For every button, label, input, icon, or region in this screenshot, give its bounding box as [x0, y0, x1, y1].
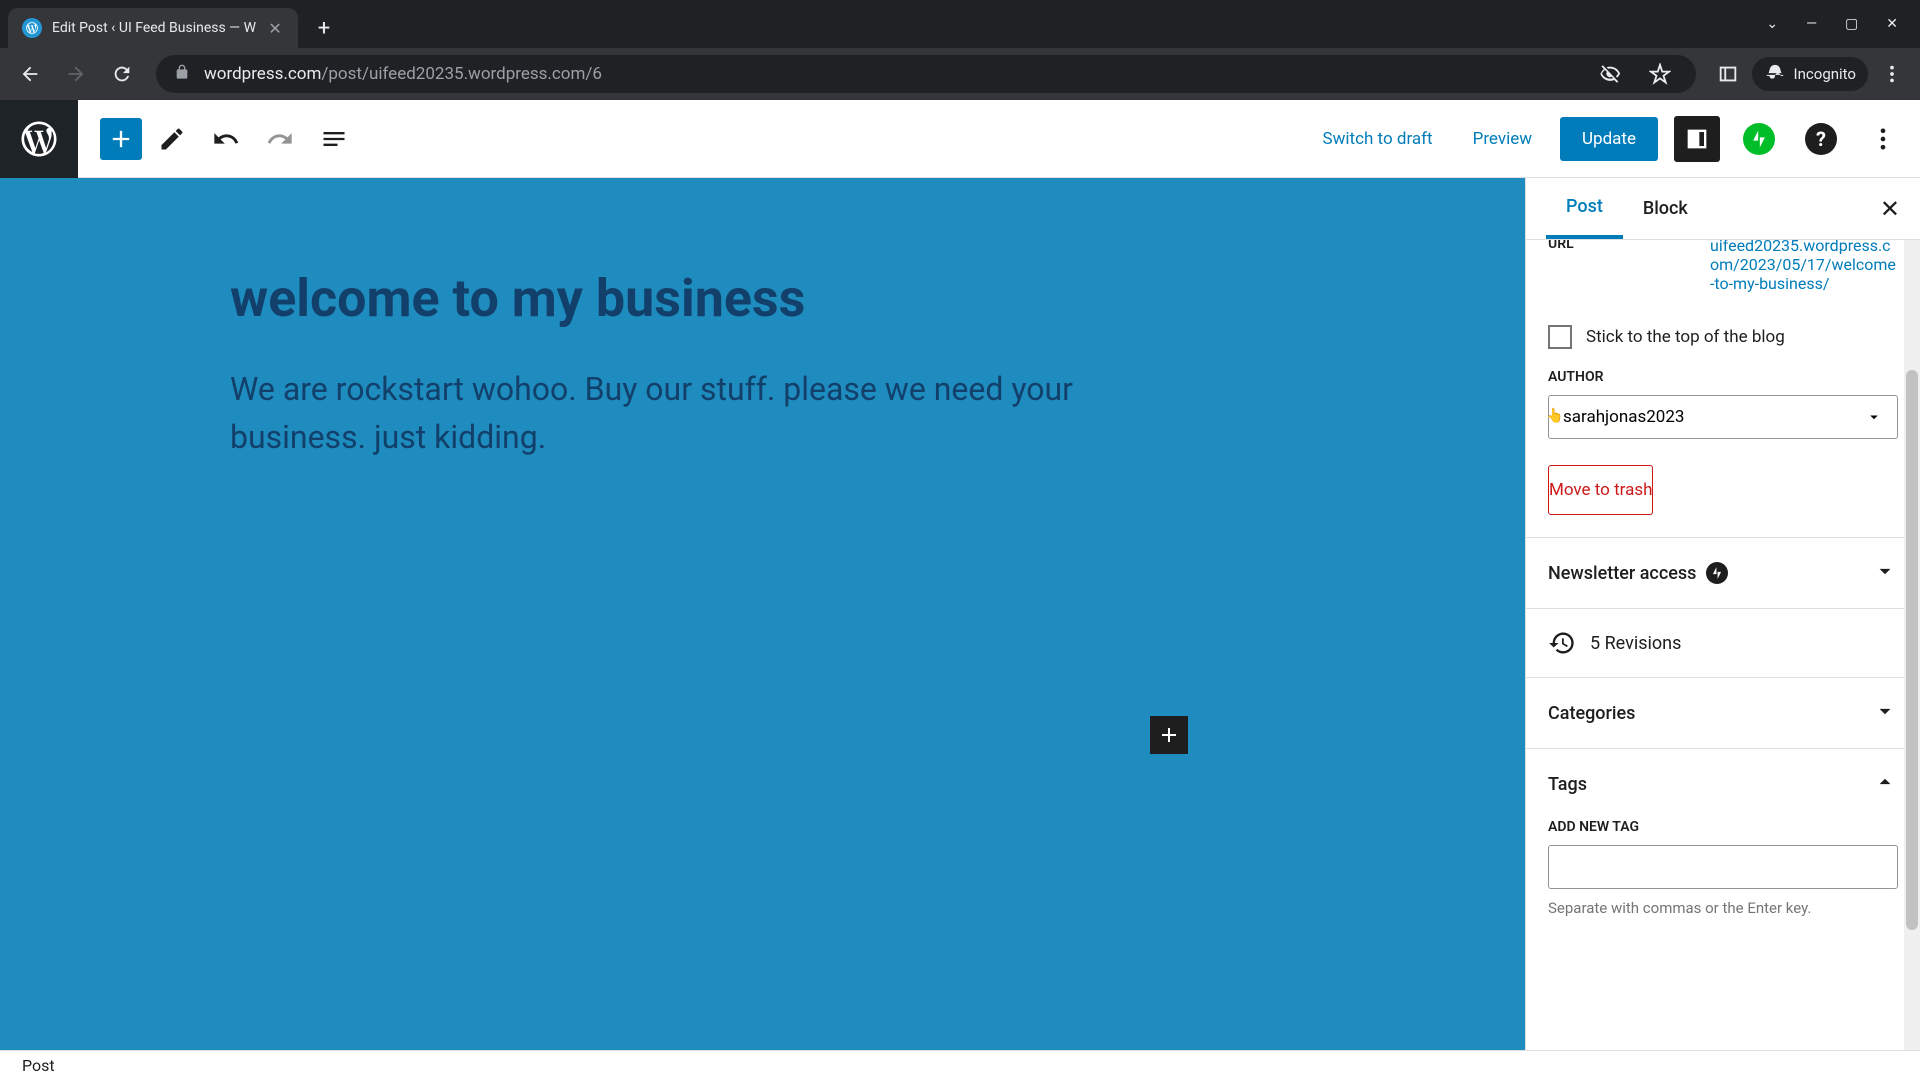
url-label: URL [1548, 240, 1698, 293]
settings-sidebar: Post Block ✕ 👆 URL uifeed20235.wordpress… [1525, 178, 1920, 1050]
jetpack-button[interactable] [1736, 116, 1782, 162]
wordpress-favicon [22, 18, 42, 38]
chevron-down-icon [1865, 408, 1883, 426]
history-icon [1548, 629, 1576, 657]
help-icon: ? [1805, 123, 1837, 155]
extensions-icon[interactable] [1710, 56, 1746, 92]
newsletter-label: Newsletter access [1548, 563, 1696, 584]
chevron-up-icon [1872, 769, 1898, 799]
browser-tab[interactable]: Edit Post ‹ UI Feed Business — W ✕ [8, 8, 298, 48]
star-icon[interactable] [1642, 56, 1678, 92]
sticky-label: Stick to the top of the blog [1586, 327, 1785, 347]
wordpress-editor: Switch to draft Preview Update ? welcome… [0, 100, 1920, 1080]
menu-icon[interactable] [1874, 56, 1910, 92]
url-text: wordpress.com/post/uifeed20235.wordpress… [204, 64, 1578, 84]
chevron-down-icon[interactable]: ⌄ [1766, 16, 1778, 32]
revisions-row[interactable]: 5 Revisions [1526, 608, 1920, 677]
update-button[interactable]: Update [1560, 117, 1658, 161]
add-block-inline-button[interactable] [1150, 716, 1188, 754]
minimize-icon[interactable]: — [1806, 16, 1817, 32]
address-bar[interactable]: wordpress.com/post/uifeed20235.wordpress… [156, 55, 1696, 93]
add-block-button[interactable] [100, 118, 142, 160]
close-window-icon[interactable]: ✕ [1886, 16, 1898, 32]
sticky-row: Stick to the top of the blog [1526, 311, 1920, 369]
url-row: URL uifeed20235.wordpress.com/2023/05/17… [1526, 240, 1920, 311]
author-label: AUTHOR [1548, 369, 1898, 385]
switch-draft-button[interactable]: Switch to draft [1311, 121, 1445, 157]
tab-strip: Edit Post ‹ UI Feed Business — W ✕ + [8, 0, 340, 48]
tab-block[interactable]: Block [1623, 180, 1708, 237]
add-tag-label: ADD NEW TAG [1548, 819, 1898, 835]
scrollbar-track[interactable] [1904, 240, 1920, 1050]
editor-toolbar-right: Switch to draft Preview Update ? [1311, 116, 1920, 162]
sticky-checkbox[interactable] [1548, 325, 1572, 349]
scrollbar-thumb[interactable] [1906, 370, 1918, 930]
new-tab-button[interactable]: + [308, 12, 340, 44]
sidebar-tabs: Post Block ✕ 👆 [1526, 178, 1920, 240]
jetpack-badge-icon [1706, 562, 1728, 584]
document-overview-button[interactable] [310, 115, 358, 163]
tag-hint: Separate with commas or the Enter key. [1548, 899, 1898, 917]
wordpress-logo[interactable] [0, 100, 78, 178]
editor-body: welcome to my business We are rockstart … [0, 178, 1920, 1050]
post-title[interactable]: welcome to my business [230, 268, 1465, 329]
tab-close-icon[interactable]: ✕ [266, 19, 284, 37]
tools-button[interactable] [148, 115, 196, 163]
status-text: Post [22, 1056, 55, 1075]
jetpack-icon [1743, 123, 1775, 155]
tab-post[interactable]: Post [1546, 178, 1623, 239]
panel-tags-header[interactable]: Tags [1526, 749, 1920, 819]
sidebar-content: URL uifeed20235.wordpress.com/2023/05/17… [1526, 240, 1920, 1050]
author-select[interactable]: sarahjonas2023 [1548, 395, 1898, 439]
browser-titlebar: Edit Post ‹ UI Feed Business — W ✕ + ⌄ —… [0, 0, 1920, 48]
tab-title: Edit Post ‹ UI Feed Business — W [52, 20, 256, 36]
chevron-down-icon [1872, 558, 1898, 588]
back-button[interactable] [10, 54, 50, 94]
close-sidebar-button[interactable]: ✕ [1880, 195, 1900, 223]
tag-input[interactable] [1548, 845, 1898, 889]
editor-toolbar-left [78, 115, 358, 163]
panel-newsletter-header[interactable]: Newsletter access [1526, 538, 1920, 608]
reload-button[interactable] [102, 54, 142, 94]
undo-button[interactable] [202, 115, 250, 163]
options-menu-button[interactable] [1860, 116, 1906, 162]
eye-off-icon[interactable] [1592, 56, 1628, 92]
categories-label: Categories [1548, 703, 1635, 724]
help-button[interactable]: ? [1798, 116, 1844, 162]
panel-newsletter: Newsletter access [1526, 537, 1920, 608]
maximize-icon[interactable]: ▢ [1845, 16, 1858, 32]
author-value: sarahjonas2023 [1563, 407, 1684, 427]
window-controls: ⌄ — ▢ ✕ [1766, 16, 1912, 32]
settings-sidebar-toggle[interactable] [1674, 116, 1720, 162]
editor-canvas[interactable]: welcome to my business We are rockstart … [0, 178, 1525, 1050]
incognito-badge[interactable]: Incognito [1752, 57, 1868, 91]
panel-categories: Categories [1526, 677, 1920, 748]
incognito-label: Incognito [1794, 65, 1856, 83]
chevron-down-icon [1872, 698, 1898, 728]
redo-button[interactable] [256, 115, 304, 163]
incognito-icon [1764, 63, 1786, 85]
panel-categories-header[interactable]: Categories [1526, 678, 1920, 748]
editor-header: Switch to draft Preview Update ? [0, 100, 1920, 178]
preview-button[interactable]: Preview [1461, 121, 1544, 157]
move-to-trash-button[interactable]: Move to trash [1548, 465, 1653, 515]
status-bar: Post [0, 1050, 1920, 1080]
url-value[interactable]: uifeed20235.wordpress.com/2023/05/17/wel… [1710, 240, 1898, 293]
forward-button[interactable] [56, 54, 96, 94]
post-body[interactable]: We are rockstart wohoo. Buy our stuff. p… [230, 365, 1170, 461]
lock-icon [174, 64, 190, 84]
panel-tags: Tags ADD NEW TAG Separate with commas or… [1526, 748, 1920, 931]
tags-label: Tags [1548, 774, 1587, 795]
panel-tags-body: ADD NEW TAG Separate with commas or the … [1526, 819, 1920, 931]
author-section: AUTHOR sarahjonas2023 [1526, 369, 1920, 461]
browser-toolbar: wordpress.com/post/uifeed20235.wordpress… [0, 48, 1920, 100]
revisions-label: 5 Revisions [1590, 633, 1681, 654]
